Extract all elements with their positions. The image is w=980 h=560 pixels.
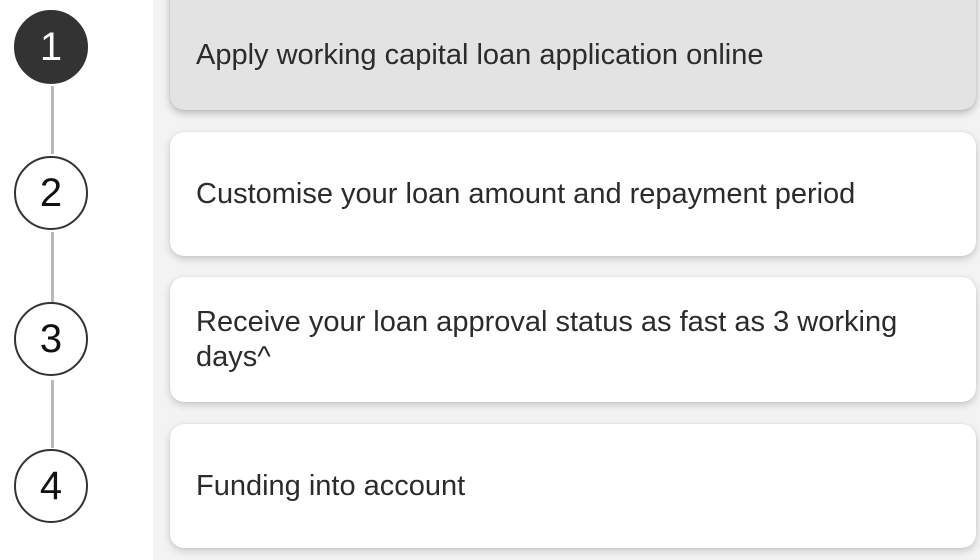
step-2-label: Customise your loan amount and repayment… bbox=[196, 177, 856, 210]
step-3-label: Receive your loan approval status as fas… bbox=[196, 305, 898, 373]
step-connector bbox=[51, 232, 54, 302]
step-2-card[interactable]: Customise your loan amount and repayment… bbox=[170, 132, 976, 256]
step-4-label: Funding into account bbox=[196, 469, 466, 502]
step-connector bbox=[51, 380, 54, 448]
step-1-label: Apply working capital loan application o… bbox=[196, 38, 764, 71]
step-connector bbox=[51, 86, 54, 154]
step-1-card[interactable]: Apply working capital loan application o… bbox=[170, 0, 976, 110]
step-3-number-badge[interactable]: 3 bbox=[14, 302, 88, 376]
loan-application-stepper: 1 2 3 4 Apply working capital loan appli… bbox=[0, 0, 980, 560]
step-1-number-badge[interactable]: 1 bbox=[14, 10, 88, 84]
step-4-number-badge[interactable]: 4 bbox=[14, 449, 88, 523]
step-3-card[interactable]: Receive your loan approval status as fas… bbox=[170, 277, 976, 402]
step-4-card[interactable]: Funding into account bbox=[170, 424, 976, 548]
step-2-number-badge[interactable]: 2 bbox=[14, 156, 88, 230]
